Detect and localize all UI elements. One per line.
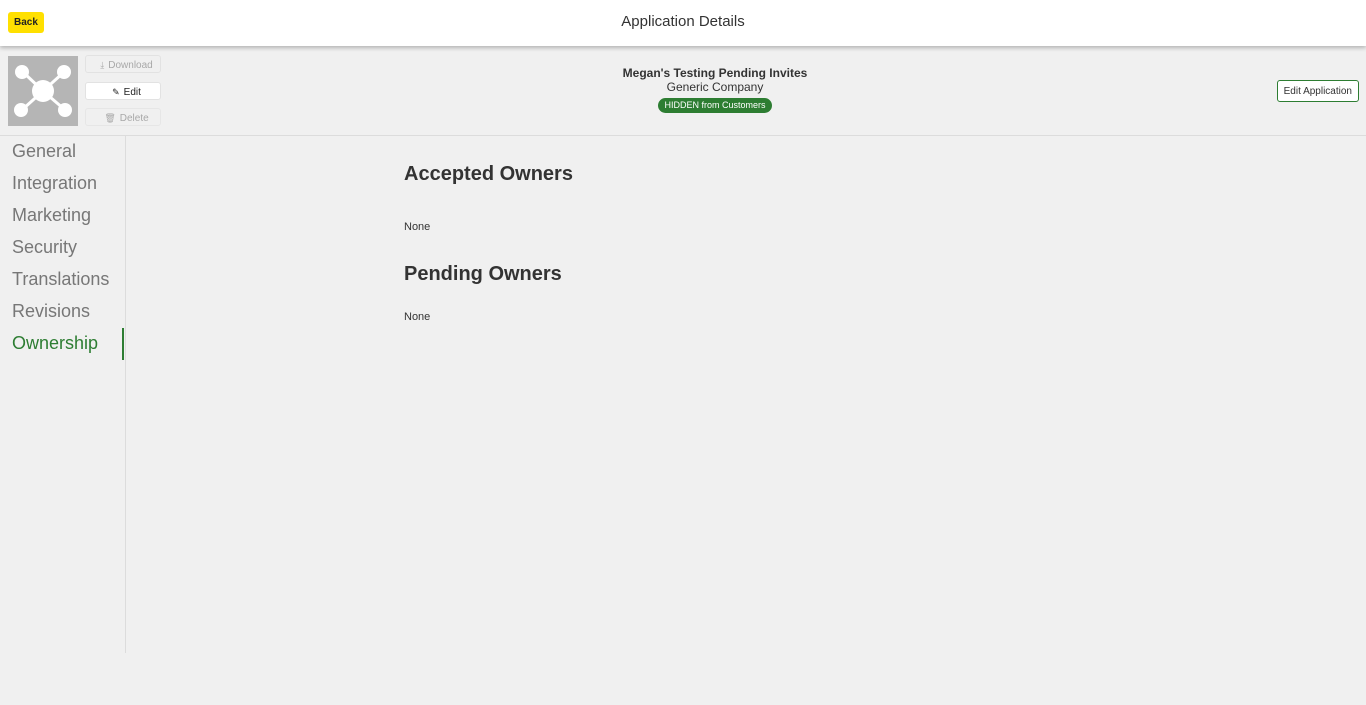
page-title: Application Details [621,13,745,30]
top-bar: Back Application Details [0,0,1366,46]
pending-owners-value: None [404,311,431,323]
edit-button[interactable]: ✎ Edit [85,82,161,100]
sidebar-item-revisions[interactable]: Revisions [0,296,125,328]
sidebar-nav: General Integration Marketing Security T… [0,136,126,653]
accepted-owners-value: None [404,221,431,233]
sidebar-item-integration[interactable]: Integration [0,168,125,200]
edit-application-button[interactable]: Edit Application [1276,80,1359,102]
sidebar-item-security[interactable]: Security [0,232,125,264]
sidebar-item-translations[interactable]: Translations [0,264,125,296]
trash-icon: 🗑 [104,113,116,123]
edit-label: Edit [123,87,141,98]
status-badge: HIDDEN from Customers [658,98,772,113]
delete-button[interactable]: 🗑 Delete [85,108,161,126]
download-button[interactable]: ⤓ Download [85,55,161,73]
app-company: Generic Company [666,80,764,94]
sidebar-item-marketing[interactable]: Marketing [0,200,125,232]
pending-owners-heading: Pending Owners [404,263,562,285]
delete-label: Delete [119,113,149,124]
app-info: Megan's Testing Pending Invites Generic … [515,66,915,113]
download-label: Download [108,60,153,71]
accepted-owners-heading: Accepted Owners [404,163,573,185]
sidebar-item-general[interactable]: General [0,136,125,168]
app-header: ⤓ Download ✎ Edit 🗑 Delete Megan's Testing … [0,46,1366,136]
sidebar-item-ownership[interactable]: Ownership [0,328,124,360]
network-nodes-icon [8,56,78,126]
download-icon: ⤓ [100,60,105,70]
pencil-icon: ✎ [112,87,120,97]
app-name: Megan's Testing Pending Invites [622,66,808,80]
